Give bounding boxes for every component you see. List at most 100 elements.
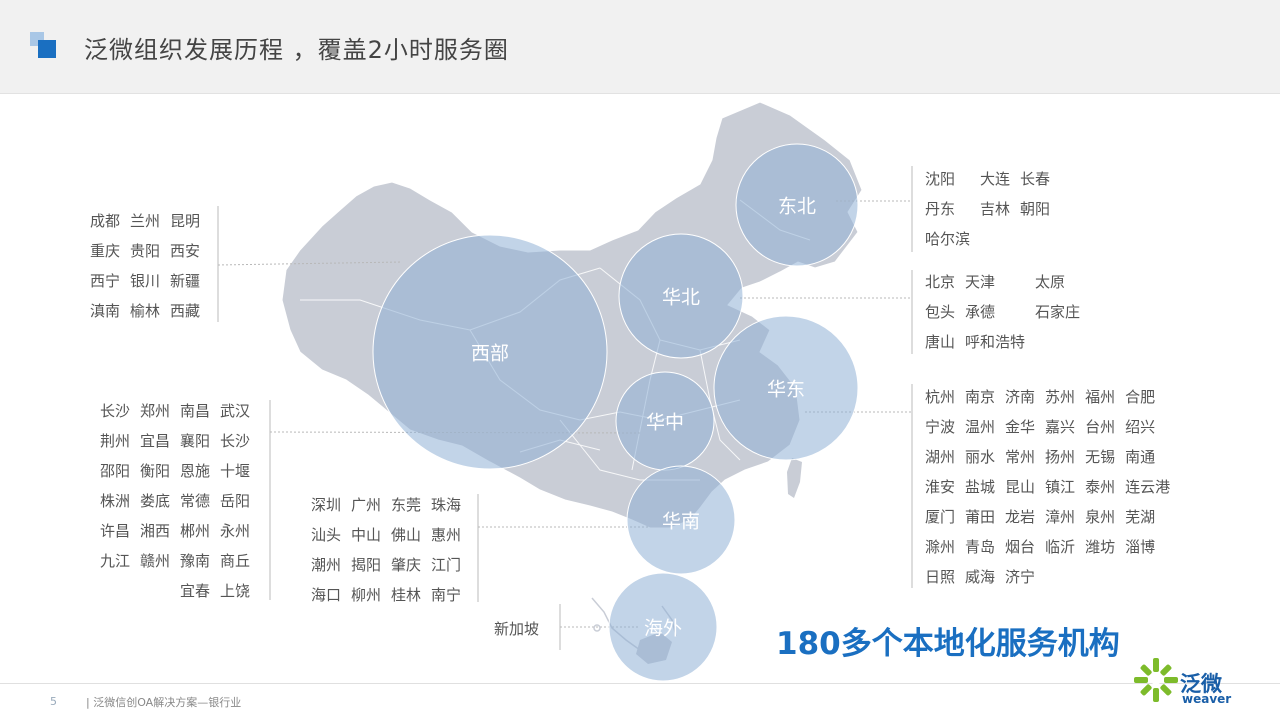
city-item: 威海 (965, 568, 996, 586)
region-label-haiwai: 海外 (643, 617, 683, 640)
taiwan-island (787, 458, 802, 498)
city-item: 惠州 (431, 526, 462, 544)
city-item: 龙岩 (1005, 508, 1036, 526)
city-item: 潍坊 (1085, 538, 1116, 556)
city-item: 江门 (431, 556, 462, 574)
city-item: 宁波 (925, 418, 956, 436)
city-item: 滁州 (925, 538, 956, 556)
city-item: 西安 (170, 242, 201, 260)
region-label-huanan: 华南 (661, 510, 701, 533)
city-item: 武汉 (220, 402, 251, 420)
city-item: 长春 (1020, 170, 1051, 188)
city-item: 莆田 (965, 508, 996, 526)
city-item: 南京 (965, 388, 996, 406)
city-item: 南通 (1125, 448, 1156, 466)
city-item: 上饶 (220, 582, 251, 600)
city-item: 合肥 (1125, 388, 1156, 406)
city-item: 金华 (1005, 418, 1036, 436)
city-item: 盐城 (965, 478, 996, 496)
city-item: 常德 (180, 492, 211, 510)
weaver-logo-en: weaver (1182, 692, 1232, 706)
city-item: 榆林 (130, 302, 161, 320)
city-item: 漳州 (1045, 508, 1076, 526)
city-item: 许昌 (100, 522, 131, 540)
city-item: 镇江 (1045, 478, 1076, 496)
region-label-huazhong: 华中 (645, 411, 685, 434)
city-item: 包头 (925, 303, 956, 321)
city-item: 扬州 (1045, 448, 1076, 466)
city-item: 北京 (925, 273, 956, 291)
city-item: 重庆 (90, 242, 121, 260)
city-item: 湖州 (925, 448, 956, 466)
city-item: 揭阳 (351, 556, 382, 574)
city-item: 恩施 (180, 462, 211, 480)
city-item: 南昌 (180, 402, 211, 420)
city-item: 烟台 (1005, 538, 1036, 556)
city-item: 杭州 (925, 388, 956, 406)
city-item: 滇南 (90, 302, 121, 320)
city-list-huadong: 杭州 南京 济南 苏州 福州 合肥 宁波 温州 金华 嘉兴 台州 绍兴 湖州 丽水 常州 扬州 无锡 南通 淮安 盐城… (925, 382, 1170, 592)
city-item: 宜昌 (140, 432, 171, 450)
city-item: 娄底 (140, 492, 171, 510)
city-item: 广州 (351, 496, 382, 514)
city-item: 丹东 (925, 200, 956, 218)
city-item: 赣州 (140, 552, 171, 570)
city-item: 苏州 (1045, 388, 1076, 406)
city-item: 桂林 (391, 586, 422, 604)
city-item: 济南 (1005, 388, 1036, 406)
city-item: 西宁 (90, 272, 121, 290)
city-item: 荆州 (100, 432, 131, 450)
city-item: 太原 (1035, 273, 1066, 291)
city-item: 朝阳 (1020, 200, 1051, 218)
region-label-dongbei: 东北 (777, 195, 817, 218)
city-item: 邵阳 (100, 462, 131, 480)
city-list-huazhong: 长沙 郑州 南昌 武汉 荆州 宜昌 襄阳 长沙 邵阳 衡阳 恩施 十堰 株洲 娄底 常德 岳阳 许昌 湘西 郴州 永州… (100, 396, 250, 606)
city-list-huanan: 深圳 广州 东莞 珠海 汕头 中山 佛山 惠州 潮州 揭阳 肇庆 江门 海口 柳州 桂林 南宁 (311, 490, 461, 610)
city-item: 福州 (1085, 388, 1116, 406)
city-item: 十堰 (220, 462, 251, 480)
city-item: 长沙 (220, 432, 251, 450)
city-item: 潮州 (311, 556, 342, 574)
city-item: 长沙 (100, 402, 131, 420)
city-item: 沈阳 (925, 170, 956, 188)
city-item: 衡阳 (140, 462, 171, 480)
city-item: 嘉兴 (1045, 418, 1076, 436)
city-item: 东莞 (391, 496, 422, 514)
region-label-xibu: 西部 (470, 342, 510, 365)
city-item: 唐山 (925, 333, 956, 351)
city-item: 泰州 (1085, 478, 1116, 496)
service-count-headline: 180多个本地化服务机构 (776, 626, 1120, 662)
city-item: 吉林 (980, 200, 1011, 218)
city-item: 淮安 (925, 478, 956, 496)
city-item: 肇庆 (391, 556, 422, 574)
city-item: 济宁 (1005, 568, 1036, 586)
city-item: 银川 (130, 272, 161, 290)
city-item: 珠海 (431, 496, 462, 514)
city-item: 贵阳 (130, 242, 161, 260)
city-item: 豫南 (180, 552, 211, 570)
city-item: 兰州 (130, 212, 161, 230)
city-item: 商丘 (220, 552, 251, 570)
city-item: 深圳 (311, 496, 342, 514)
city-item: 青岛 (965, 538, 996, 556)
city-item (140, 576, 170, 606)
city-list-dongbei: 沈阳 大连 长春 丹东 吉林 朝阳 哈尔滨 (925, 164, 1050, 254)
city-item: 汕头 (311, 526, 342, 544)
city-item: 南宁 (431, 586, 462, 604)
city-item: 温州 (965, 418, 996, 436)
footer-caption: | 泛微信创OA解决方案—银行业 (86, 696, 242, 709)
city-item: 新疆 (170, 272, 201, 290)
city-item: 永州 (220, 522, 251, 540)
city-item: 柳州 (351, 586, 382, 604)
region-label-huabei: 华北 (661, 286, 701, 309)
city-item: 新加坡 (494, 620, 540, 638)
city-item: 丽水 (965, 448, 996, 466)
city-item: 芜湖 (1125, 508, 1156, 526)
city-item: 绍兴 (1125, 418, 1156, 436)
city-item: 襄阳 (180, 432, 211, 450)
city-item: 佛山 (391, 526, 422, 544)
city-item: 大连 (980, 170, 1011, 188)
city-item: 厦门 (925, 508, 956, 526)
city-list-xibu: 成都 兰州 昆明 重庆 贵阳 西安 西宁 银川 新疆 滇南 榆林 西藏 (90, 206, 200, 326)
city-item: 连云港 (1125, 478, 1171, 496)
